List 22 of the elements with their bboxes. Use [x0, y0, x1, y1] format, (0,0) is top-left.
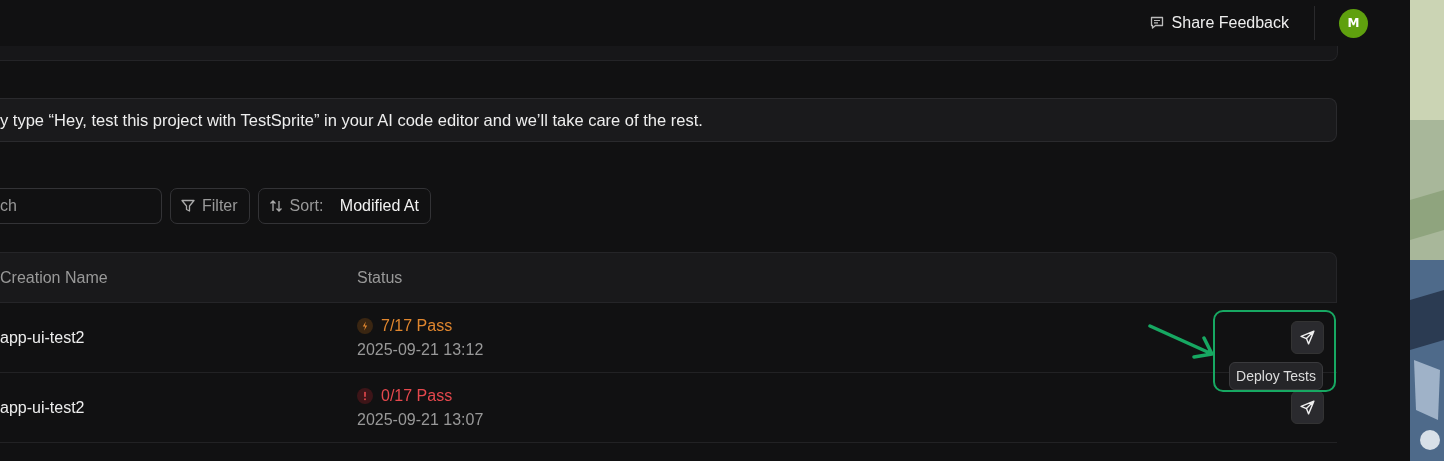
deploy-button[interactable] [1291, 321, 1324, 354]
status-text: 7/17 Pass [381, 316, 453, 335]
message-icon [1148, 15, 1165, 31]
status-text: 0/17 Pass [381, 386, 453, 405]
tooltip: Deploy Tests [1229, 362, 1323, 390]
status-icon [357, 317, 373, 334]
deploy-button[interactable] [1291, 391, 1324, 424]
search-field[interactable]: ch [0, 188, 162, 224]
status-icon [357, 387, 373, 404]
banner-text: y type “Hey, test this project with TestSprite” in your AI code editor and we’ll take care of the rest. [0, 110, 703, 130]
column-header: Status [357, 268, 404, 287]
table-cell-text: 2025-09-21 13:12 [357, 340, 485, 359]
share-feedback-button[interactable]: Share Feedback [1148, 14, 1289, 32]
filter-icon [180, 198, 196, 214]
column-header: Creation Name [0, 268, 109, 287]
table-cell-text: 2025-09-21 13:07 [357, 410, 485, 429]
sort-button[interactable]: Sort: Modified At [257, 188, 431, 224]
send-icon [1299, 399, 1316, 416]
table-cell-text: app-ui-test2 [0, 398, 86, 417]
filter-button[interactable]: Filter [170, 188, 250, 224]
table-cell-text: app-ui-test2 [0, 328, 86, 347]
send-icon [1299, 329, 1316, 346]
